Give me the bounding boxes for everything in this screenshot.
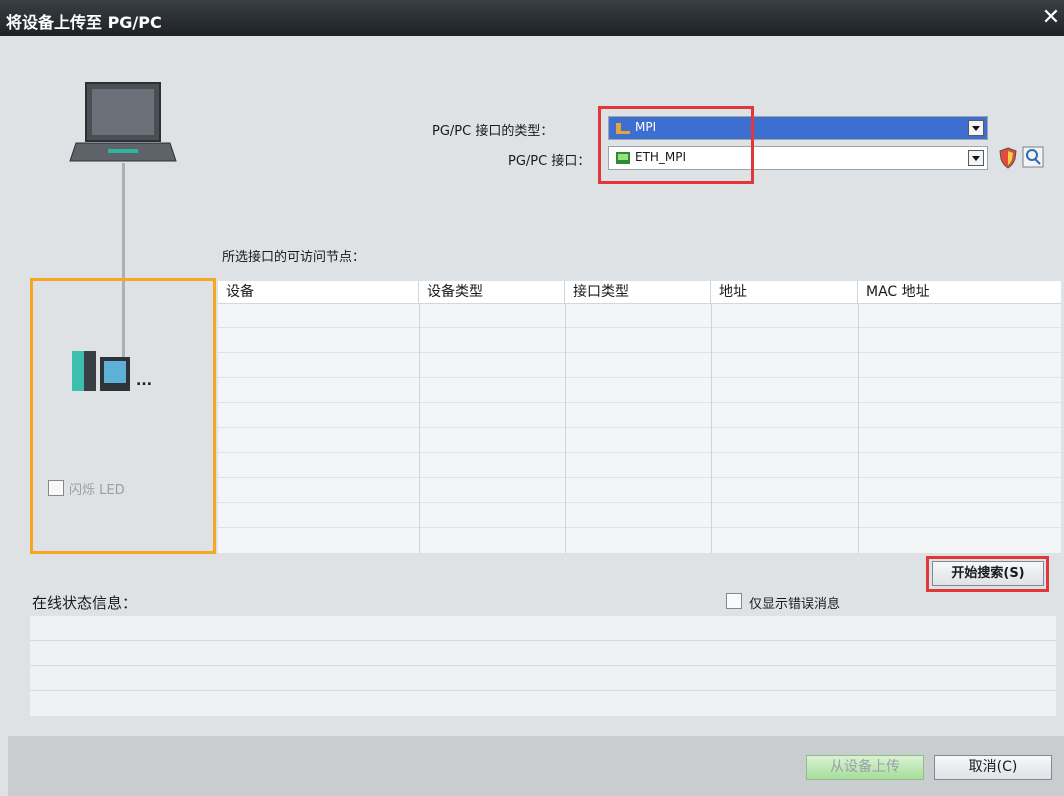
- errors-only-checkbox[interactable]: [726, 593, 742, 609]
- table-row[interactable]: [218, 528, 1061, 553]
- status-title: 在线状态信息：: [32, 594, 138, 612]
- interface-port-label: PG/PC 接口：: [508, 154, 591, 169]
- list-item: [30, 666, 1056, 691]
- column-divider: [858, 303, 859, 553]
- cancel-button[interactable]: 取消(C): [934, 755, 1052, 780]
- upload-from-device-button[interactable]: 从设备上传: [806, 755, 924, 780]
- column-divider: [711, 303, 712, 553]
- target-device-panel: ... 闪烁 LED: [30, 278, 216, 554]
- window-title: 将设备上传至 PG/PC: [6, 13, 162, 32]
- dialog-body: ... 闪烁 LED PG/PC 接口的类型： PG/PC 接口： MPI ET…: [8, 36, 1064, 796]
- table-row[interactable]: [218, 478, 1061, 503]
- table-row[interactable]: [218, 353, 1061, 378]
- table-row[interactable]: [218, 453, 1061, 478]
- list-item: [30, 641, 1056, 666]
- nodes-table-header: 设备 设备类型 接口类型 地址 MAC 地址: [218, 281, 1061, 304]
- column-mac-address[interactable]: MAC 地址: [858, 281, 1061, 303]
- shield-icon[interactable]: [998, 147, 1018, 169]
- list-item: [30, 691, 1056, 716]
- footer-bar: 从设备上传 取消(C): [8, 736, 1064, 796]
- errors-only-label: 仅显示错误消息: [749, 597, 841, 612]
- table-row[interactable]: [218, 503, 1061, 528]
- table-row[interactable]: [218, 403, 1061, 428]
- table-row[interactable]: [218, 378, 1061, 403]
- table-row[interactable]: [218, 428, 1061, 453]
- status-list[interactable]: [30, 616, 1056, 716]
- column-interface-type[interactable]: 接口类型: [565, 281, 711, 303]
- chevron-down-icon[interactable]: [968, 150, 984, 166]
- column-divider: [565, 303, 566, 553]
- table-row[interactable]: [218, 328, 1061, 353]
- interface-highlight-box: [598, 106, 754, 184]
- column-device[interactable]: 设备: [218, 281, 419, 303]
- column-divider: [419, 303, 420, 553]
- column-device-type[interactable]: 设备类型: [419, 281, 565, 303]
- chevron-down-icon[interactable]: [968, 120, 984, 136]
- column-address[interactable]: 地址: [711, 281, 858, 303]
- table-row[interactable]: [218, 303, 1061, 328]
- title-bar: 将设备上传至 PG/PC ✕: [0, 0, 1064, 36]
- close-icon[interactable]: ✕: [1040, 6, 1062, 30]
- diagnostics-icon[interactable]: [1022, 146, 1044, 168]
- nodes-table[interactable]: 设备 设备类型 接口类型 地址 MAC 地址: [218, 281, 1061, 553]
- interface-type-label: PG/PC 接口的类型：: [432, 124, 554, 139]
- flash-led-label: 闪烁 LED: [69, 483, 125, 498]
- flash-led-checkbox[interactable]: [48, 480, 64, 496]
- nodes-title: 所选接口的可访问节点：: [222, 250, 366, 265]
- search-highlight-box: [926, 556, 1049, 592]
- laptop-icon: [69, 82, 177, 162]
- more-devices-ellipsis: ...: [136, 373, 152, 389]
- list-item: [30, 616, 1056, 641]
